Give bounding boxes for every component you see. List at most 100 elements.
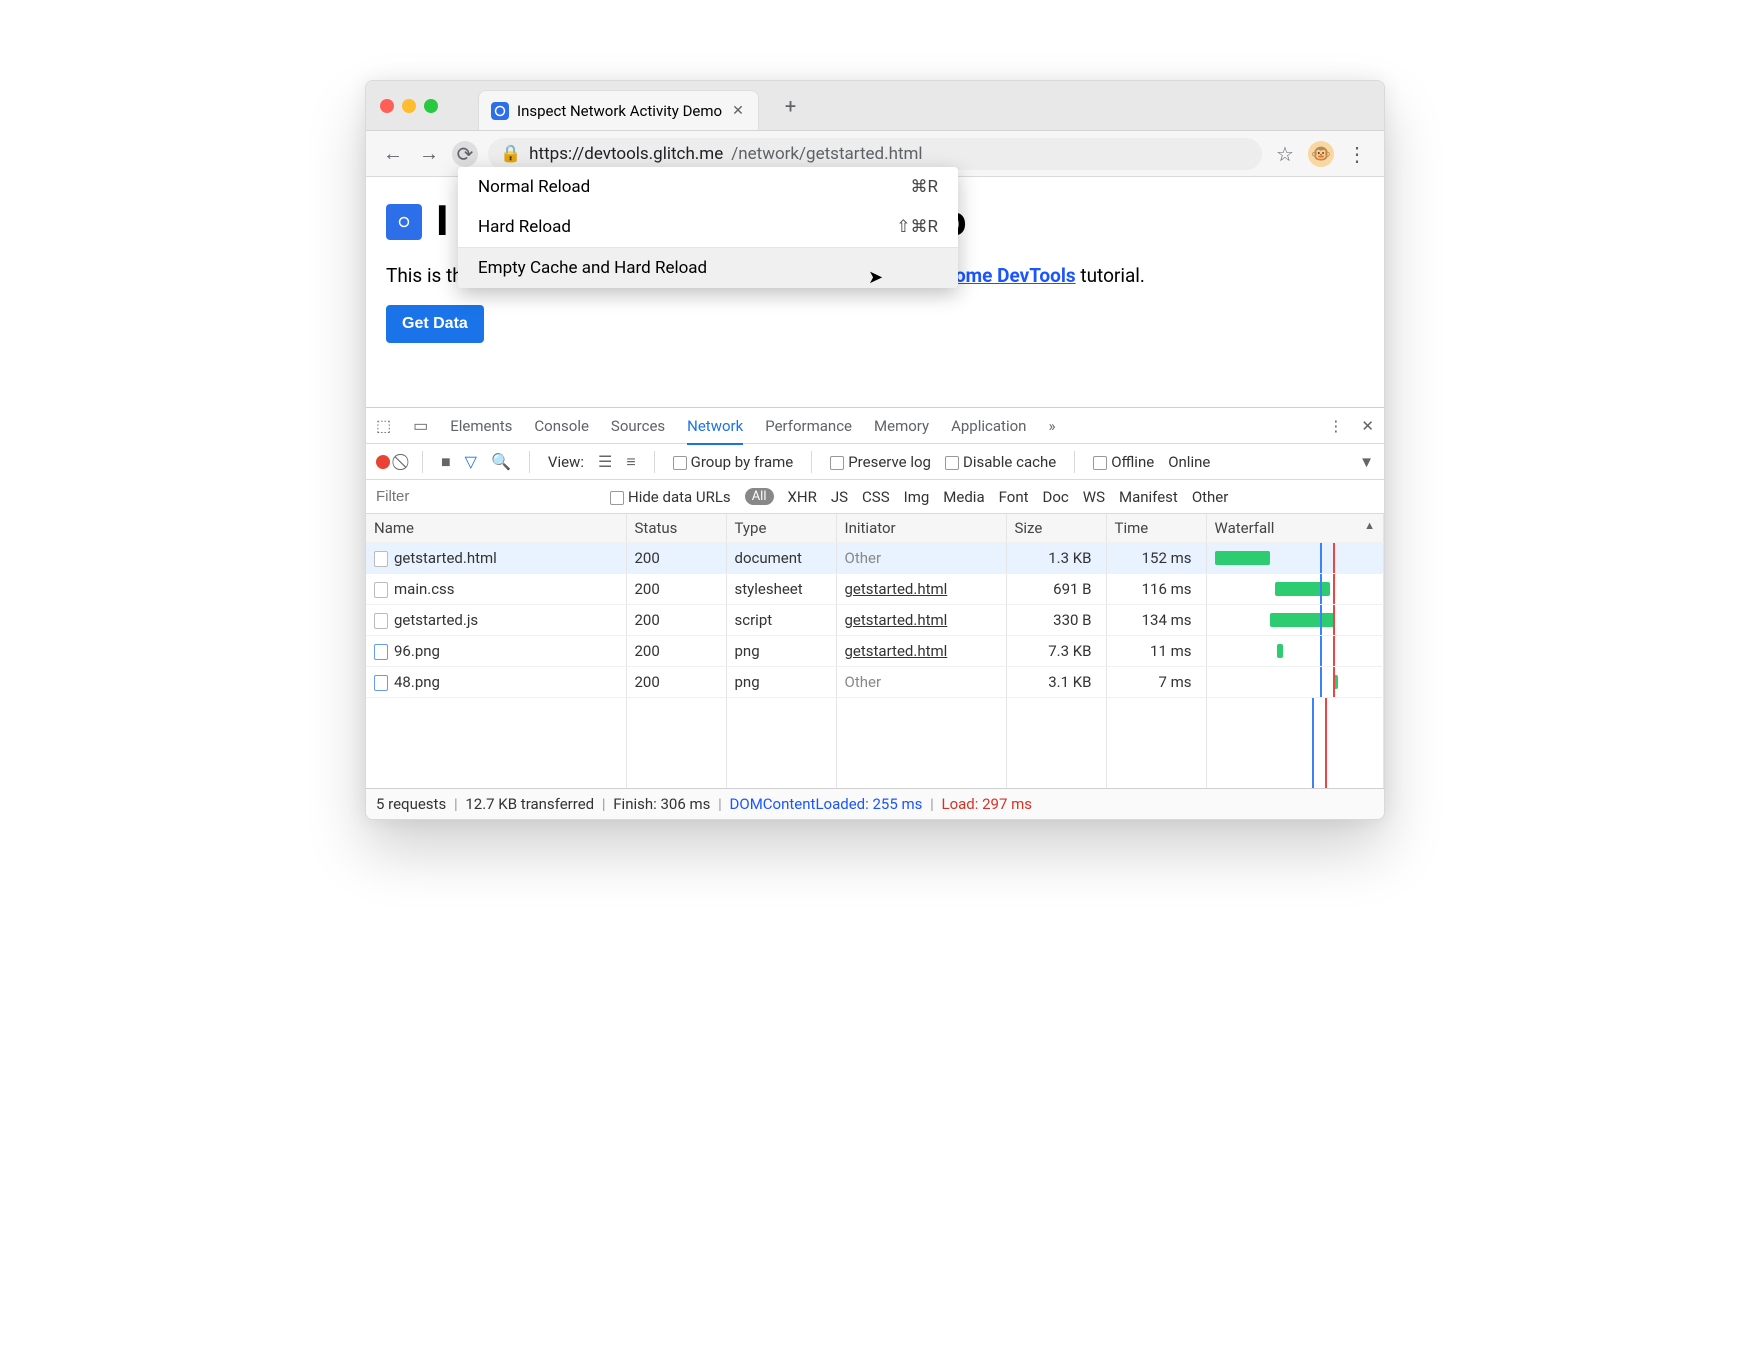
url-domain: https://devtools.glitch.me <box>529 144 723 164</box>
filter-type-xhr[interactable]: XHR <box>788 488 817 506</box>
menu-label: Normal Reload <box>478 177 590 197</box>
table-row[interactable]: getstarted.html200documentOther1.3 KB152… <box>366 543 1384 574</box>
titlebar: Inspect Network Activity Demo ✕ + <box>366 81 1384 131</box>
cell-size: 3.1 KB <box>1006 667 1106 698</box>
window-controls <box>380 99 438 113</box>
disable-cache-option[interactable]: Disable cache <box>945 453 1056 471</box>
devtools-close-icon[interactable]: ✕ <box>1361 417 1374 435</box>
camera-icon[interactable]: ■ <box>441 452 451 472</box>
cell-status: 200 <box>626 605 726 636</box>
file-icon <box>374 613 388 629</box>
sort-indicator-icon: ▲ <box>1364 519 1375 532</box>
profile-avatar[interactable]: 🐵 <box>1308 141 1334 167</box>
tab-performance[interactable]: Performance <box>765 417 852 435</box>
filter-type-media[interactable]: Media <box>943 488 984 506</box>
menu-hard-reload[interactable]: Hard Reload ⇧⌘R <box>458 207 958 247</box>
table-row[interactable]: main.css200stylesheetgetstarted.html691 … <box>366 574 1384 605</box>
tab-elements[interactable]: Elements <box>450 417 512 435</box>
hide-data-urls-option[interactable]: Hide data URLs <box>610 488 731 506</box>
col-status[interactable]: Status <box>626 514 726 543</box>
cell-time: 116 ms <box>1106 574 1206 605</box>
cell-initiator[interactable]: getstarted.html <box>836 574 1006 605</box>
menu-shortcut: ⇧⌘R <box>896 217 938 237</box>
minimize-window[interactable] <box>402 99 416 113</box>
filter-type-ws[interactable]: WS <box>1083 488 1105 506</box>
new-tab-button[interactable]: + <box>785 94 796 118</box>
table-row[interactable]: 48.png200pngOther3.1 KB7 ms <box>366 667 1384 698</box>
browser-tab[interactable]: Inspect Network Activity Demo ✕ <box>478 90 759 130</box>
sb-load: Load: 297 ms <box>942 795 1033 813</box>
col-time[interactable]: Time <box>1106 514 1206 543</box>
cell-time: 7 ms <box>1106 667 1206 698</box>
browser-menu-icon[interactable]: ⋮ <box>1344 141 1370 167</box>
col-initiator[interactable]: Initiator <box>836 514 1006 543</box>
filter-type-img[interactable]: Img <box>904 488 930 506</box>
group-by-frame-option[interactable]: Group by frame <box>673 453 794 471</box>
cell-initiator[interactable]: getstarted.html <box>836 605 1006 636</box>
cell-size: 330 B <box>1006 605 1106 636</box>
file-icon <box>374 644 388 660</box>
record-button[interactable] <box>376 455 390 469</box>
tab-network[interactable]: Network <box>687 417 743 445</box>
table-row[interactable]: getstarted.js200scriptgetstarted.html330… <box>366 605 1384 636</box>
throttling-caret-icon[interactable]: ▼ <box>1359 453 1374 471</box>
cell-type: stylesheet <box>726 574 836 605</box>
device-toggle-icon[interactable]: ▭ <box>413 416 428 435</box>
filter-input[interactable] <box>376 488 596 505</box>
online-select[interactable]: Online <box>1168 453 1210 471</box>
cell-type: png <box>726 667 836 698</box>
cell-initiator[interactable]: getstarted.html <box>836 636 1006 667</box>
close-window[interactable] <box>380 99 394 113</box>
cell-status: 200 <box>626 636 726 667</box>
tab-close-icon[interactable]: ✕ <box>730 101 746 121</box>
tab-sources[interactable]: Sources <box>611 417 665 435</box>
cell-size: 7.3 KB <box>1006 636 1106 667</box>
get-data-button[interactable]: Get Data <box>386 305 484 343</box>
filter-type-doc[interactable]: Doc <box>1043 488 1069 506</box>
preserve-log-option[interactable]: Preserve log <box>830 453 931 471</box>
cell-status: 200 <box>626 543 726 574</box>
large-rows-icon[interactable]: ☰ <box>598 452 612 471</box>
search-icon[interactable]: 🔍 <box>491 452 511 471</box>
col-size[interactable]: Size <box>1006 514 1106 543</box>
table-blank-area <box>366 698 1384 788</box>
menu-normal-reload[interactable]: Normal Reload ⌘R <box>458 167 958 207</box>
menu-label: Empty Cache and Hard Reload <box>478 258 707 278</box>
devtools-panel: ⬚ ▭ Elements Console Sources Network Per… <box>366 407 1384 819</box>
filter-type-other[interactable]: Other <box>1192 488 1229 506</box>
forward-button[interactable]: → <box>416 141 442 167</box>
tab-memory[interactable]: Memory <box>874 417 929 435</box>
tab-overflow-icon[interactable]: » <box>1048 417 1055 435</box>
lock-icon: 🔒 <box>500 144 521 164</box>
tab-application[interactable]: Application <box>951 417 1026 435</box>
tab-console[interactable]: Console <box>534 417 589 435</box>
filter-type-manifest[interactable]: Manifest <box>1119 488 1178 506</box>
maximize-window[interactable] <box>424 99 438 113</box>
bookmark-star-icon[interactable]: ☆ <box>1272 141 1298 167</box>
cell-name: getstarted.html <box>366 543 626 574</box>
devtools-menu-icon[interactable]: ⋮ <box>1328 417 1343 435</box>
col-waterfall[interactable]: Waterfall▲ <box>1206 514 1384 543</box>
cell-waterfall <box>1206 667 1384 698</box>
tab-favicon <box>491 102 509 120</box>
filter-type-css[interactable]: CSS <box>862 488 890 506</box>
mouse-cursor-icon: ➤ <box>868 267 883 288</box>
filter-type-all[interactable]: All <box>745 488 774 505</box>
sb-dcl: DOMContentLoaded: 255 ms <box>730 795 923 813</box>
back-button[interactable]: ← <box>380 141 406 167</box>
filter-type-font[interactable]: Font <box>999 488 1029 506</box>
sb-transferred: 12.7 KB transferred <box>465 795 594 813</box>
table-row[interactable]: 96.png200pnggetstarted.html7.3 KB11 ms <box>366 636 1384 667</box>
address-bar[interactable]: 🔒 https://devtools.glitch.me/network/get… <box>488 138 1262 170</box>
filter-icon[interactable]: ▽ <box>465 452 477 471</box>
network-table: Name Status Type Initiator Size Time Wat… <box>366 514 1384 788</box>
separator <box>1074 451 1075 473</box>
reload-button[interactable]: ⟳ <box>452 141 478 167</box>
col-type[interactable]: Type <box>726 514 836 543</box>
filter-type-js[interactable]: JS <box>831 488 848 506</box>
inspect-element-icon[interactable]: ⬚ <box>376 416 391 435</box>
cell-type: document <box>726 543 836 574</box>
overview-icon[interactable]: ≡ <box>626 452 635 472</box>
col-name[interactable]: Name <box>366 514 626 543</box>
offline-option[interactable]: Offline <box>1093 453 1154 471</box>
